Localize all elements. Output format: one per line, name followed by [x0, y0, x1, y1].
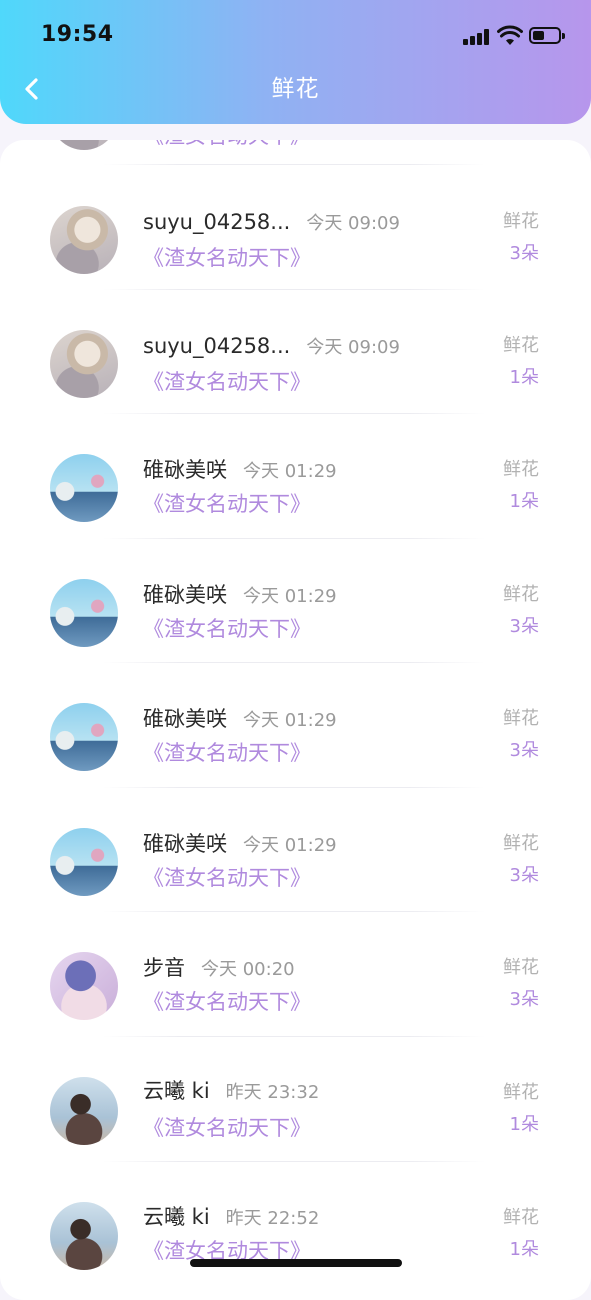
- avatar: [50, 828, 118, 896]
- avatar: [50, 952, 118, 1020]
- book-title: 《渣女名动天下》: [143, 741, 311, 765]
- user-name-line: 碓砯美咲 今天 01:29: [143, 830, 337, 860]
- gift-time: 今天 01:29: [243, 835, 337, 856]
- avatar: [50, 579, 118, 647]
- list-item[interactable]: 碓砯美咲 今天 01:29 《渣女名动天下》 鲜花 1朵: [0, 414, 591, 538]
- avatar: [50, 140, 118, 150]
- gift-time: 昨天 23:32: [225, 1082, 320, 1103]
- gift-type: 鲜花: [503, 335, 539, 356]
- user-name-line: 碓砯美咲 今天 01:29: [143, 581, 337, 611]
- list-item[interactable]: suyu_04258... 今天 09:09 《渣女名动天下》 鲜花 3朵: [0, 166, 591, 290]
- gift-type: 鲜花: [503, 584, 539, 605]
- avatar: [50, 206, 118, 274]
- list-item[interactable]: 步音 今天 00:20 《渣女名动天下》 鲜花 3朵: [0, 912, 591, 1036]
- gift-time: 昨天 22:52: [225, 1208, 320, 1229]
- battery-icon: [529, 27, 565, 44]
- header: 19:54 鲜花: [0, 0, 591, 124]
- page-title: 鲜花: [271, 76, 320, 102]
- book-title: 《渣女名动天下》: [143, 617, 311, 641]
- user-name: suyu_04258...: [143, 210, 291, 234]
- gift-time: 今天 01:29: [243, 586, 337, 607]
- gift-count: 1朵: [509, 1239, 539, 1260]
- gift-count: 1朵: [509, 367, 539, 388]
- gift-time: 今天 01:29: [243, 710, 337, 731]
- gift-count: 1朵: [509, 1114, 539, 1135]
- status-bar: 19:54: [0, 0, 591, 70]
- avatar: [50, 703, 118, 771]
- list-item[interactable]: 碓砯美咲 今天 01:29 《渣女名动天下》 鲜花 3朵: [0, 663, 591, 787]
- book-title: 《渣女名动天下》: [143, 370, 311, 394]
- user-name-line: 云曦 ki 昨天 23:32: [143, 1077, 319, 1107]
- flower-record-list[interactable]: 《渣女名动天下》 suyu_04258... 今天 09:09 《渣女名动天下》 …: [0, 140, 591, 1300]
- gift-time: 今天 01:29: [243, 461, 337, 482]
- avatar: [50, 330, 118, 398]
- list-item[interactable]: 碓砯美咲 今天 01:29 《渣女名动天下》 鲜花 3朵: [0, 788, 591, 912]
- user-name: suyu_04258...: [143, 334, 291, 358]
- status-time: 19:54: [41, 22, 114, 47]
- gift-type: 鲜花: [503, 957, 539, 978]
- user-name: 步音: [143, 956, 185, 980]
- gift-time: 今天 09:09: [306, 213, 400, 234]
- wifi-icon: [497, 25, 523, 45]
- user-name: 碓砯美咲: [143, 458, 227, 482]
- gift-count: 3朵: [509, 989, 539, 1010]
- user-name-line: 云曦 ki 昨天 22:52: [143, 1203, 319, 1233]
- book-title: 《渣女名动天下》: [143, 246, 311, 270]
- list-item[interactable]: 云曦 ki 昨天 22:52 《渣女名动天下》 鲜花 1朵: [0, 1162, 591, 1286]
- gift-count: 3朵: [509, 740, 539, 761]
- avatar: [50, 1077, 118, 1145]
- nav-bar: 鲜花: [0, 66, 591, 116]
- gift-count: 3朵: [509, 616, 539, 637]
- user-name-line: 步音 今天 00:20: [143, 954, 295, 984]
- book-title: 《渣女名动天下》: [143, 1116, 311, 1140]
- book-title: 《渣女名动天下》: [143, 866, 311, 890]
- user-name: 云曦 ki: [143, 1205, 210, 1229]
- gift-type: 鲜花: [503, 459, 539, 480]
- list-item[interactable]: 云曦 ki 昨天 23:32 《渣女名动天下》 鲜花 1朵: [0, 1037, 591, 1161]
- gift-count: 3朵: [509, 243, 539, 264]
- user-name: 碓砯美咲: [143, 832, 227, 856]
- book-title: 《渣女名动天下》: [143, 990, 311, 1014]
- user-name: 碓砯美咲: [143, 583, 227, 607]
- book-title: 《渣女名动天下》: [143, 140, 311, 150]
- gift-type: 鲜花: [503, 833, 539, 854]
- cellular-signal-icon: [463, 29, 489, 45]
- user-name-line: suyu_04258... 今天 09:09: [143, 332, 400, 362]
- gift-type: 鲜花: [503, 1207, 539, 1228]
- user-name: 碓砯美咲: [143, 707, 227, 731]
- list-item[interactable]: 碓砯美咲 今天 01:29 《渣女名动天下》 鲜花 3朵: [0, 539, 591, 663]
- avatar: [50, 1202, 118, 1270]
- gift-count: 1朵: [509, 491, 539, 512]
- list-item[interactable]: suyu_04258... 今天 09:09 《渣女名动天下》 鲜花 1朵: [0, 290, 591, 414]
- user-name-line: suyu_04258... 今天 09:09: [143, 208, 400, 238]
- gift-type: 鲜花: [503, 708, 539, 729]
- gift-type: 鲜花: [503, 1082, 539, 1103]
- user-name-line: 碓砯美咲 今天 01:29: [143, 705, 337, 735]
- avatar: [50, 454, 118, 522]
- divider: [103, 164, 485, 165]
- gift-time: 今天 00:20: [201, 959, 295, 980]
- book-title: 《渣女名动天下》: [143, 492, 311, 516]
- gift-count: 3朵: [509, 865, 539, 886]
- home-indicator: [190, 1259, 402, 1267]
- user-name: 云曦 ki: [143, 1079, 210, 1103]
- user-name-line: 碓砯美咲 今天 01:29: [143, 456, 337, 486]
- gift-type: 鲜花: [503, 211, 539, 232]
- gift-time: 今天 09:09: [306, 337, 400, 358]
